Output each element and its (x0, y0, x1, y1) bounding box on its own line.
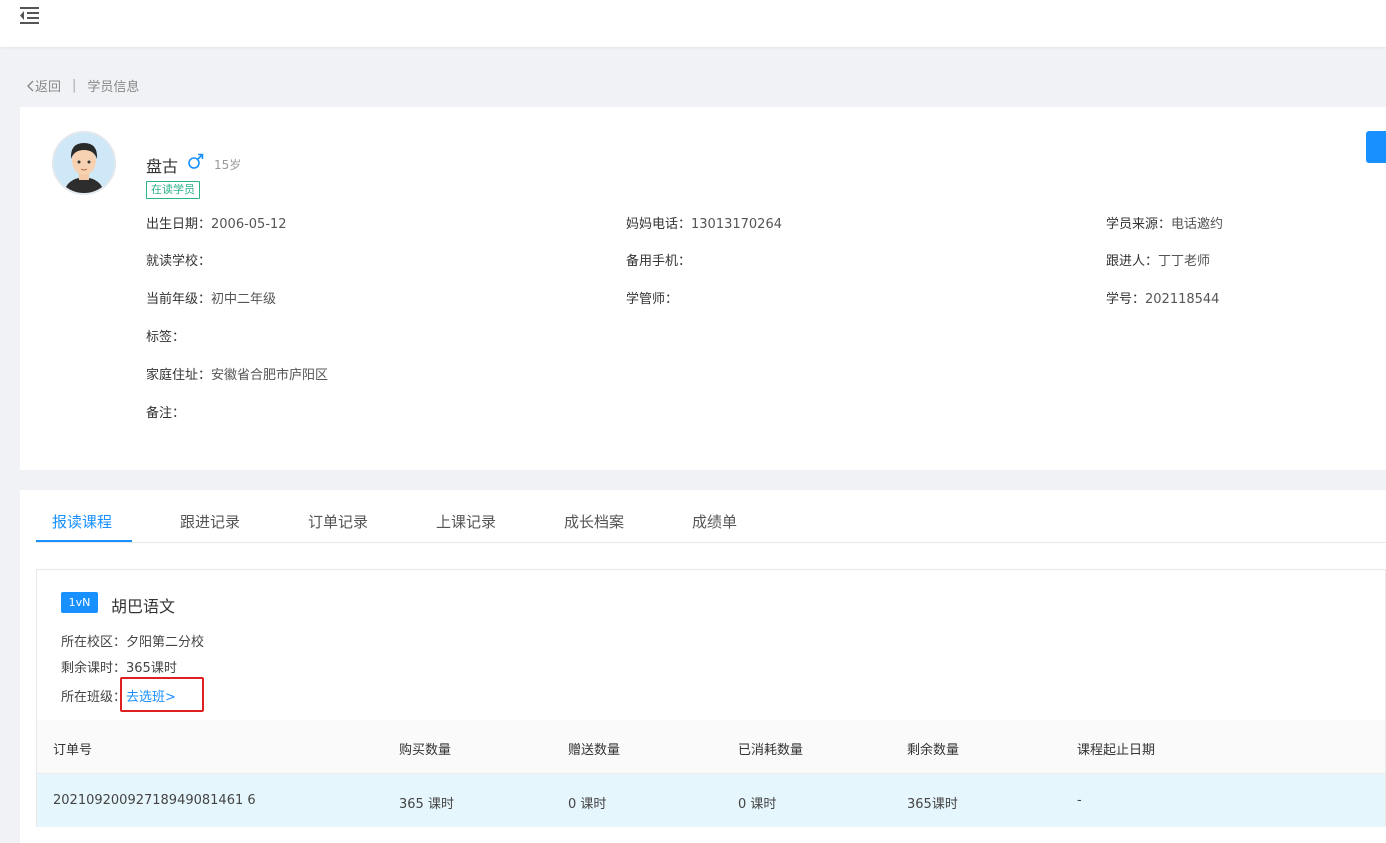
tab-follow-up-records[interactable]: 跟进记录 (180, 511, 240, 532)
top-bar (0, 0, 1386, 47)
course-type-badge: 1vN (61, 592, 98, 613)
menu-fold-icon[interactable] (20, 6, 40, 24)
tab-order-records[interactable]: 订单记录 (308, 511, 368, 532)
course-card: 1vN 胡巴语文 所在校区：夕阳第二分校 剩余课时：365课时 所在班级：去选班… (36, 569, 1386, 827)
avatar (52, 131, 116, 195)
course-remaining-hours: 剩余课时：365课时 (61, 661, 177, 676)
field-tags: 标签： (146, 330, 186, 345)
col-gifted: 赠送数量 (568, 743, 621, 758)
field-follower: 跟进人：丁丁老师 (1106, 254, 1211, 269)
table-header: 订单号 购买数量 赠送数量 已消耗数量 剩余数量 课程起止日期 (37, 720, 1385, 774)
male-icon (187, 152, 205, 170)
cell-consumed: 0 课时 (738, 797, 777, 812)
edit-button[interactable] (1366, 131, 1386, 163)
cell-gifted: 0 课时 (568, 797, 607, 812)
field-school: 就读学校： (146, 254, 212, 269)
breadcrumb-current: 学员信息 (87, 80, 140, 95)
field-student-source: 学员来源：电话邀约 (1106, 217, 1224, 232)
back-button[interactable]: 返回 (25, 76, 61, 95)
col-consumed: 已消耗数量 (738, 743, 804, 758)
tab-bar: 报读课程 跟进记录 订单记录 上课记录 成长档案 成绩单 (36, 490, 1386, 543)
table-row: 20210920092718949081461 6 365 课时 0 课时 0 … (37, 774, 1385, 827)
col-order-no: 订单号 (53, 743, 93, 758)
breadcrumb-separator: | (72, 78, 77, 93)
col-course-period: 课程起止日期 (1077, 743, 1156, 758)
field-remarks: 备注： (146, 406, 186, 421)
tabs-panel: 报读课程 跟进记录 订单记录 上课记录 成长档案 成绩单 1vN 胡巴语文 所在… (20, 490, 1386, 843)
field-grade: 当前年级：初中二年级 (146, 292, 277, 307)
cell-purchased: 365 课时 (399, 797, 454, 812)
col-purchased: 购买数量 (399, 743, 452, 758)
field-home-address: 家庭住址：安徽省合肥市庐阳区 (146, 368, 329, 383)
tab-growth-archive[interactable]: 成长档案 (564, 511, 624, 532)
active-tab-indicator (36, 540, 132, 542)
tab-report-card[interactable]: 成绩单 (692, 511, 737, 532)
status-badge: 在读学员 (146, 181, 200, 199)
tab-class-records[interactable]: 上课记录 (436, 511, 496, 532)
student-name: 盘古 (146, 157, 179, 176)
tab-enrolled-courses[interactable]: 报读课程 (52, 511, 112, 532)
order-number-link[interactable]: 20210920092718949081461 6 (53, 793, 256, 808)
col-remaining: 剩余数量 (907, 743, 960, 758)
back-label: 返回 (35, 80, 62, 95)
cell-remaining: 365课时 (907, 797, 958, 812)
field-academic-advisor: 学管师： (626, 292, 679, 307)
chevron-left-icon (27, 80, 34, 91)
breadcrumb: 返回 | 学员信息 (25, 76, 139, 95)
highlight-annotation (120, 677, 204, 712)
cell-course-period: - (1077, 793, 1082, 808)
field-mother-phone: 妈妈电话：13013170264 (626, 217, 782, 232)
field-birth-date: 出生日期：2006-05-12 (146, 217, 287, 232)
course-campus: 所在校区：夕阳第二分校 (61, 635, 205, 650)
field-backup-phone: 备用手机： (626, 254, 692, 269)
field-student-id: 学号：202118544 (1106, 292, 1220, 307)
student-age: 15岁 (214, 158, 242, 172)
course-name: 胡巴语文 (111, 597, 176, 616)
student-info-card: 盘古 15岁 在读学员 出生日期：2006-05-12 妈妈电话：1301317… (20, 107, 1386, 470)
